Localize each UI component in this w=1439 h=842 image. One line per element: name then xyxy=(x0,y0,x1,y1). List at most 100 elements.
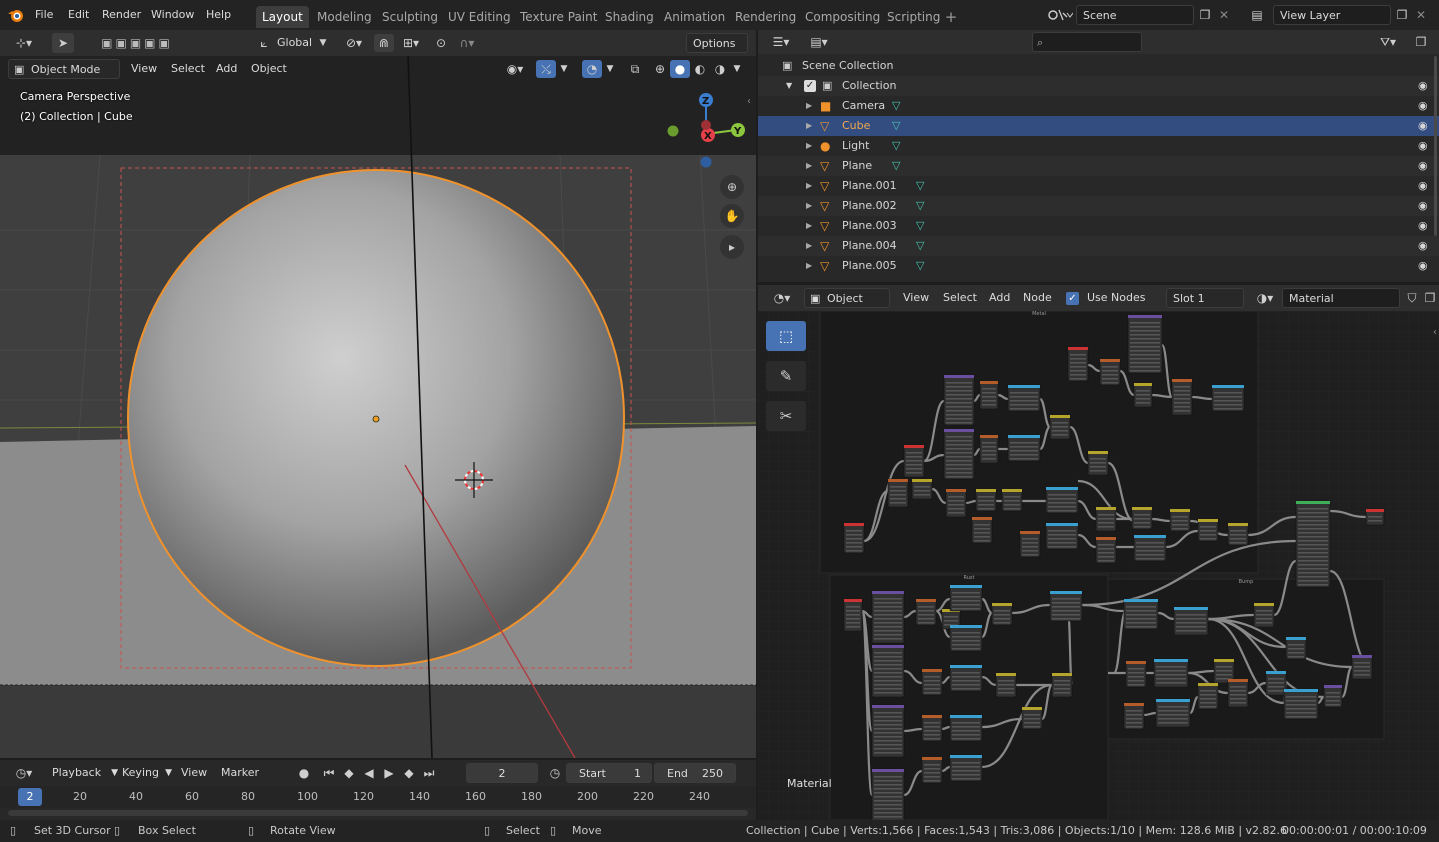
mesh-data-icon[interactable]: ▽ xyxy=(916,196,924,216)
viewport-scene[interactable] xyxy=(0,30,756,758)
viewport-menu-select[interactable]: Select xyxy=(166,59,210,79)
shader-node[interactable] xyxy=(991,602,1013,626)
shader-node[interactable] xyxy=(979,380,999,410)
node-graph[interactable]: Metal Rust Bump xyxy=(758,311,1439,820)
material-browse-icon[interactable]: ◑▾ xyxy=(1252,289,1278,307)
shader-node[interactable] xyxy=(1197,682,1219,710)
select-box-mode-icon[interactable]: ▣▣▣▣▣ xyxy=(90,34,184,52)
material-name-field[interactable]: Material xyxy=(1282,288,1400,308)
outliner-item[interactable]: ▶ ■ Camera ▽ ◉ xyxy=(758,96,1439,116)
menu-render[interactable]: Render xyxy=(97,5,146,25)
expand-arrow-icon[interactable]: ▶ xyxy=(806,236,812,256)
tab-layout[interactable]: Layout xyxy=(256,6,309,28)
shader-node[interactable] xyxy=(1049,590,1083,622)
view-layer-icon[interactable]: ▤ xyxy=(1243,6,1271,24)
annotate-tool-icon[interactable]: ✎ xyxy=(766,361,806,391)
preview-range-icon[interactable]: ◷ xyxy=(546,764,564,782)
node-editor-type-icon[interactable]: ◔▾ xyxy=(766,288,798,308)
shader-node[interactable] xyxy=(1045,522,1079,550)
shading-solid-icon[interactable]: ● xyxy=(670,60,690,78)
mesh-data-icon[interactable]: ▽ xyxy=(916,216,924,236)
timeline-menu-marker[interactable]: Marker xyxy=(216,763,264,783)
expand-arrow-icon[interactable]: ▶ xyxy=(806,196,812,216)
viewport-menu-view[interactable]: View xyxy=(126,59,162,79)
navigation-gizmo[interactable]: Z Y X xyxy=(660,88,750,168)
eye-icon[interactable]: ◉ xyxy=(1418,216,1428,236)
start-frame-field[interactable]: Start 1 xyxy=(566,763,652,783)
jump-start-icon[interactable]: ⏮ xyxy=(320,764,338,782)
options-dropdown[interactable]: Options xyxy=(686,33,748,53)
shader-node[interactable] xyxy=(1173,606,1209,636)
eye-icon[interactable]: ◉ xyxy=(1418,96,1428,116)
new-material-icon[interactable]: ❐ xyxy=(1422,289,1438,307)
tab-compositing[interactable]: Compositing xyxy=(799,6,886,28)
shader-node[interactable] xyxy=(1295,500,1331,588)
scene-icon[interactable] xyxy=(1046,6,1074,24)
eye-icon[interactable]: ◉ xyxy=(1418,236,1428,256)
shader-node[interactable] xyxy=(871,590,905,644)
shader-node[interactable] xyxy=(921,668,943,696)
shader-node[interactable] xyxy=(995,672,1017,698)
shader-node[interactable] xyxy=(1095,506,1117,532)
material-slot-select[interactable]: Slot 1 xyxy=(1166,288,1244,308)
jump-end-icon[interactable]: ⏭ xyxy=(420,764,438,782)
node-menu-add[interactable]: Add xyxy=(984,288,1015,308)
shader-node[interactable] xyxy=(1227,678,1249,708)
collection-checkbox[interactable]: ✓ xyxy=(804,80,816,92)
viewport-menu-add[interactable]: Add xyxy=(211,59,242,79)
node-menu-select[interactable]: Select xyxy=(938,288,982,308)
select-tool-icon[interactable]: ➤ xyxy=(52,33,74,53)
outliner-item[interactable]: ▶ ▽ Cube ▽ ◉ xyxy=(758,116,1439,136)
outliner-collection[interactable]: ▼ ✓ ▣ Collection ◉ xyxy=(758,76,1439,96)
shader-node[interactable] xyxy=(1133,382,1153,408)
eye-icon[interactable]: ◉ xyxy=(1418,156,1428,176)
filter-icon[interactable]: ⛛▾ xyxy=(1374,32,1402,52)
shader-node[interactable] xyxy=(1045,486,1079,514)
outliner-search-input[interactable]: ⌕ xyxy=(1032,32,1142,52)
shader-node[interactable] xyxy=(843,598,863,632)
tab-shading[interactable]: Shading xyxy=(599,6,660,28)
scene-remove-icon[interactable]: ✕ xyxy=(1215,6,1233,24)
playback-menu[interactable]: Playback ▼ xyxy=(46,763,120,783)
shader-node[interactable] xyxy=(945,488,967,518)
gizmo-toggle-icon[interactable]: ⤯ xyxy=(536,60,556,78)
outliner-item[interactable]: ▶ ▽ Plane.002 ▽ ◉ xyxy=(758,196,1439,216)
shader-node[interactable] xyxy=(1123,598,1159,630)
expand-arrow-icon[interactable]: ▶ xyxy=(806,176,812,196)
tab-animation[interactable]: Animation xyxy=(658,6,731,28)
outliner-item[interactable]: ▶ ▽ Plane.004 ▽ ◉ xyxy=(758,236,1439,256)
eye-icon[interactable]: ◉ xyxy=(1418,116,1428,136)
shader-node[interactable] xyxy=(911,478,933,500)
view-layer-copy-icon[interactable]: ❐ xyxy=(1392,6,1412,24)
use-nodes-checkbox[interactable]: ✓ xyxy=(1066,292,1079,305)
end-frame-field[interactable]: End 250 xyxy=(654,763,736,783)
shader-node[interactable] xyxy=(1171,378,1193,416)
add-workspace-icon[interactable]: + xyxy=(942,8,960,26)
shader-node[interactable] xyxy=(1323,684,1343,708)
outliner-item[interactable]: ▶ ▽ Plane ▽ ◉ xyxy=(758,156,1439,176)
zoom-icon[interactable]: ⊕ xyxy=(720,175,744,199)
shader-node[interactable] xyxy=(1123,702,1145,730)
keying-menu[interactable]: Keying ▼ xyxy=(116,763,174,783)
shader-node[interactable] xyxy=(871,644,905,698)
shader-node[interactable] xyxy=(1095,536,1117,564)
tab-sculpting[interactable]: Sculpting xyxy=(376,6,444,28)
snap-icon[interactable]: ⋒ xyxy=(374,34,394,52)
shader-node[interactable] xyxy=(1049,414,1071,440)
shader-node[interactable] xyxy=(971,516,993,544)
timeline-editor-type-icon[interactable]: ◷▾ xyxy=(8,763,40,783)
display-mode-icon[interactable]: ▤▾ xyxy=(804,32,834,52)
mesh-data-icon[interactable]: ▽ xyxy=(916,236,924,256)
shader-node[interactable] xyxy=(921,756,943,784)
blender-logo-icon[interactable] xyxy=(6,6,26,26)
shader-node[interactable] xyxy=(1253,602,1275,628)
shader-node[interactable] xyxy=(1125,660,1147,688)
menu-edit[interactable]: Edit xyxy=(63,5,94,25)
play-icon[interactable]: ▶ xyxy=(380,764,398,782)
proportional-edit-icon[interactable]: ⊙ xyxy=(432,34,450,52)
view-layer-field[interactable]: View Layer xyxy=(1273,5,1391,25)
shader-node[interactable] xyxy=(975,488,997,512)
expand-arrow-icon[interactable]: ▼ xyxy=(786,76,792,96)
node-sidebar-toggle-icon[interactable]: ‹ xyxy=(1430,325,1439,339)
gizmo-dropdown-icon[interactable]: ▼ xyxy=(557,60,571,78)
